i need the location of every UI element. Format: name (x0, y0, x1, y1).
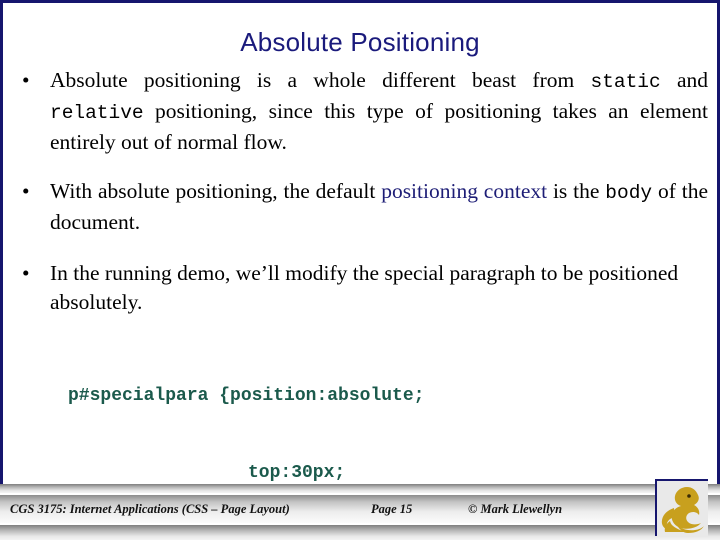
slide-border-top (0, 0, 720, 3)
code-line: top:30px; (248, 462, 346, 483)
code-line: p#specialpara {position:absolute; (68, 386, 425, 406)
slide-content: • Absolute positioning is a whole differ… (14, 66, 708, 325)
page-title: Absolute Positioning (240, 27, 480, 57)
bullet-marker: • (22, 179, 30, 203)
bullet-segment: and (660, 68, 708, 92)
bullet-segment: With absolute positioning, the default (50, 179, 382, 203)
footer-strip-bottom (0, 525, 720, 540)
bullet-item: • Absolute positioning is a whole differ… (14, 66, 708, 157)
footer-course-label: CGS 3175: Internet Applications (CSS – P… (10, 502, 290, 516)
bullet-segment: positioning, since this type of position… (50, 99, 708, 154)
bullet-segment: is the (547, 179, 606, 203)
bullet-segment-code: static (590, 71, 661, 93)
bullet-text: Absolute positioning is a whole differen… (50, 68, 708, 154)
slide: Absolute Positioning • Absolute position… (0, 0, 720, 540)
footer-page-number: Page 15 (371, 502, 413, 516)
bullet-item: • With absolute positioning, the default… (14, 177, 708, 237)
bullet-segment: Absolute positioning is a whole differen… (50, 68, 591, 92)
bullet-marker: • (22, 261, 30, 285)
bullet-segment-code: relative (50, 102, 144, 124)
footer-copyright: © Mark Llewellyn (468, 502, 563, 516)
slide-footer: CGS 3175: Internet Applications (CSS – P… (0, 484, 720, 540)
ucf-pegasus-logo-icon (655, 479, 708, 536)
bullet-text: With absolute positioning, the default p… (50, 179, 708, 234)
bullet-marker: • (22, 68, 30, 92)
bullet-item: • In the running demo, we’ll modify the … (14, 259, 708, 317)
bullet-segment-code: body (605, 182, 653, 204)
bullet-segment-highlight: positioning context (381, 179, 548, 203)
footer-strip-top (0, 484, 720, 493)
bullet-text: In the running demo, we’ll modify the sp… (50, 261, 679, 314)
